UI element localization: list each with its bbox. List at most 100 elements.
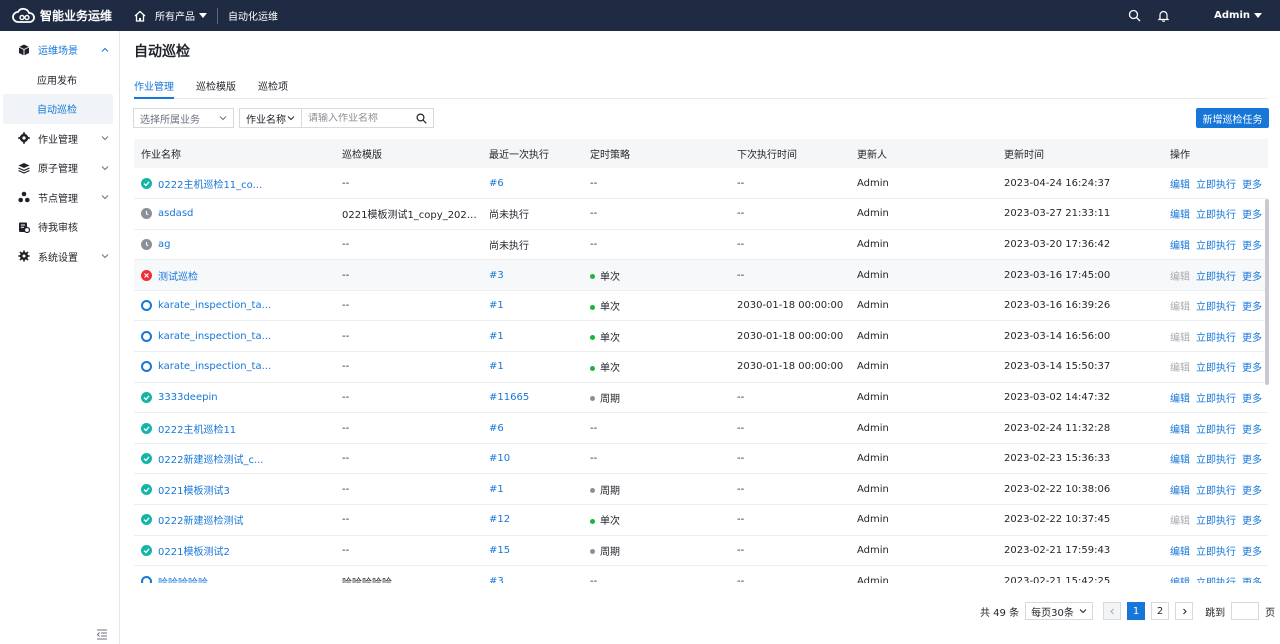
more-button[interactable]: 更多 bbox=[1242, 394, 1262, 405]
more-button[interactable]: 更多 bbox=[1242, 180, 1262, 191]
last-run-value[interactable]: #15 bbox=[489, 545, 510, 556]
run-now-button[interactable]: 立即执行 bbox=[1196, 210, 1236, 221]
search-input[interactable] bbox=[308, 112, 416, 124]
job-name-link[interactable]: karate_inspection_ta... bbox=[158, 361, 271, 372]
table-row[interactable]: 测试巡检 -- #3 单次 -- Admin 2023-03-16 17:45:00 编辑 立即… bbox=[134, 259, 1268, 291]
edit-button[interactable]: 编辑 bbox=[1170, 547, 1190, 558]
edit-button[interactable]: 编辑 bbox=[1170, 486, 1190, 497]
run-now-button[interactable]: 立即执行 bbox=[1196, 394, 1236, 405]
job-name-link[interactable]: karate_inspection_ta... bbox=[158, 300, 271, 311]
table-row[interactable]: karate_inspection_ta... -- #1 单次 2030-01-18 … bbox=[134, 290, 1268, 321]
tab-job-management[interactable]: 作业管理 bbox=[134, 71, 174, 99]
last-run-value[interactable]: #11665 bbox=[489, 392, 529, 403]
edit-button[interactable]: 编辑 bbox=[1170, 363, 1190, 374]
edit-button[interactable]: 编辑 bbox=[1170, 180, 1190, 191]
page-button-1[interactable]: 1 bbox=[1127, 602, 1146, 620]
edit-button[interactable]: 编辑 bbox=[1170, 333, 1190, 344]
run-now-button[interactable]: 立即执行 bbox=[1196, 302, 1236, 313]
breadcrumb[interactable]: 自动化运维 bbox=[228, 8, 278, 23]
job-name-link[interactable]: ag bbox=[158, 239, 170, 250]
last-run-value[interactable]: #12 bbox=[489, 514, 510, 525]
last-run-value[interactable]: #1 bbox=[489, 361, 504, 372]
more-button[interactable]: 更多 bbox=[1242, 241, 1262, 252]
last-run-value[interactable]: #1 bbox=[489, 331, 504, 342]
tab-inspection-templates[interactable]: 巡检模版 bbox=[196, 71, 236, 99]
run-now-button[interactable]: 立即执行 bbox=[1196, 547, 1236, 558]
bell-icon[interactable] bbox=[1157, 9, 1170, 22]
more-button[interactable]: 更多 bbox=[1242, 547, 1262, 558]
more-button[interactable]: 更多 bbox=[1242, 425, 1262, 436]
collapse-sidebar-icon[interactable] bbox=[96, 628, 108, 640]
edit-button[interactable]: 编辑 bbox=[1170, 394, 1190, 405]
job-name-link[interactable]: karate_inspection_ta... bbox=[158, 331, 271, 342]
table-row[interactable]: 0222新建巡检测试 -- #12 单次 -- Admin 2023-02-22 10:37… bbox=[134, 505, 1268, 536]
tab-inspection-items[interactable]: 巡检项 bbox=[258, 71, 288, 99]
edit-button[interactable]: 编辑 bbox=[1170, 578, 1190, 583]
last-run-value[interactable]: #1 bbox=[489, 484, 504, 495]
sidebar-item-auto-inspection[interactable]: 自动巡检 bbox=[3, 94, 113, 124]
last-run-value[interactable]: #3 bbox=[489, 270, 504, 281]
table-row[interactable]: 0221模板测试2 -- #15 周期 -- Admin 2023-02-21 17:59:… bbox=[134, 535, 1268, 566]
table-row[interactable]: 0222主机巡检11_co... -- #6 -- -- Admin 2023-04-24 … bbox=[134, 168, 1268, 199]
sidebar-group-system-settings[interactable]: 系统设置 bbox=[0, 242, 119, 272]
run-now-button[interactable]: 立即执行 bbox=[1196, 486, 1236, 497]
job-name-link[interactable]: 0222新建巡检测试 bbox=[158, 512, 243, 527]
more-button[interactable]: 更多 bbox=[1242, 363, 1262, 374]
user-menu[interactable]: Admin bbox=[1214, 10, 1262, 21]
brand[interactable]: 智能业务运维 bbox=[0, 7, 123, 25]
job-name-link[interactable]: 3333deepin bbox=[158, 392, 218, 403]
table-scrollbar[interactable] bbox=[1265, 199, 1269, 385]
sidebar-item-app-release[interactable]: 应用发布 bbox=[0, 65, 119, 95]
table-row[interactable]: ag -- 尚未执行 -- -- Admin 2023-03-20 17:36:42 编辑 立即… bbox=[134, 229, 1268, 260]
search-icon[interactable] bbox=[416, 112, 427, 124]
more-button[interactable]: 更多 bbox=[1242, 516, 1262, 527]
edit-button[interactable]: 编辑 bbox=[1170, 425, 1190, 436]
page-size-select[interactable]: 每页30条 bbox=[1025, 602, 1094, 620]
run-now-button[interactable]: 立即执行 bbox=[1196, 363, 1236, 374]
more-button[interactable]: 更多 bbox=[1242, 578, 1262, 583]
job-name-link[interactable]: 0222主机巡检11_co... bbox=[158, 176, 262, 191]
edit-button[interactable]: 编辑 bbox=[1170, 302, 1190, 313]
sidebar-group-node-mgmt[interactable]: 节点管理 bbox=[0, 183, 119, 213]
more-button[interactable]: 更多 bbox=[1242, 272, 1262, 283]
sidebar-group-job-mgmt[interactable]: 作业管理 bbox=[0, 124, 119, 154]
more-button[interactable]: 更多 bbox=[1242, 302, 1262, 313]
edit-button[interactable]: 编辑 bbox=[1170, 241, 1190, 252]
prev-page-button[interactable] bbox=[1103, 602, 1122, 620]
table-row[interactable]: 0221模板测试3 -- #1 周期 -- Admin 2023-02-22 10:38:0… bbox=[134, 474, 1268, 505]
business-select[interactable]: 选择所属业务 bbox=[133, 108, 234, 128]
job-name-link[interactable]: 0222主机巡检11 bbox=[158, 421, 236, 436]
edit-button[interactable]: 编辑 bbox=[1170, 516, 1190, 527]
job-name-link[interactable]: 0221模板测试2 bbox=[158, 543, 230, 558]
more-button[interactable]: 更多 bbox=[1242, 210, 1262, 221]
table-row[interactable]: karate_inspection_ta... -- #1 单次 2030-01-18 … bbox=[134, 321, 1268, 352]
run-now-button[interactable]: 立即执行 bbox=[1196, 578, 1236, 583]
run-now-button[interactable]: 立即执行 bbox=[1196, 516, 1236, 527]
job-name-link[interactable]: 哈哈哈哈哈 bbox=[158, 574, 208, 583]
run-now-button[interactable]: 立即执行 bbox=[1196, 333, 1236, 344]
last-run-value[interactable]: #10 bbox=[489, 453, 510, 464]
jump-page-input[interactable] bbox=[1231, 602, 1260, 620]
more-button[interactable]: 更多 bbox=[1242, 486, 1262, 497]
edit-button[interactable]: 编辑 bbox=[1170, 455, 1190, 466]
run-now-button[interactable]: 立即执行 bbox=[1196, 425, 1236, 436]
next-page-button[interactable] bbox=[1175, 602, 1194, 620]
search-icon[interactable] bbox=[1128, 9, 1141, 22]
more-button[interactable]: 更多 bbox=[1242, 333, 1262, 344]
sidebar-group-ops-scenes[interactable]: 运维场景 bbox=[0, 35, 119, 65]
edit-button[interactable]: 编辑 bbox=[1170, 210, 1190, 221]
last-run-value[interactable]: #6 bbox=[489, 178, 504, 189]
table-row[interactable]: 哈哈哈哈哈 哈哈哈哈哈 #3 -- -- Admin 2023-02-21 15:42:25… bbox=[134, 566, 1268, 583]
add-inspection-task-button[interactable]: 新增巡检任务 bbox=[1196, 108, 1269, 128]
run-now-button[interactable]: 立即执行 bbox=[1196, 272, 1236, 283]
sidebar-group-pending-review[interactable]: 待我审核 bbox=[0, 212, 119, 242]
job-name-link[interactable]: 测试巡检 bbox=[158, 268, 198, 283]
job-name-link[interactable]: 0222新建巡检测试_c... bbox=[158, 451, 263, 466]
edit-button[interactable]: 编辑 bbox=[1170, 272, 1190, 283]
run-now-button[interactable]: 立即执行 bbox=[1196, 241, 1236, 252]
page-button-2[interactable]: 2 bbox=[1151, 602, 1170, 620]
product-dropdown[interactable]: 所有产品 bbox=[155, 8, 207, 23]
home-icon[interactable] bbox=[133, 9, 147, 23]
search-field-select[interactable]: 作业名称 bbox=[239, 108, 302, 128]
table-row[interactable]: asdasd 0221模板测试1_copy_2023... 尚未执行 -- -- Admi… bbox=[134, 199, 1268, 230]
